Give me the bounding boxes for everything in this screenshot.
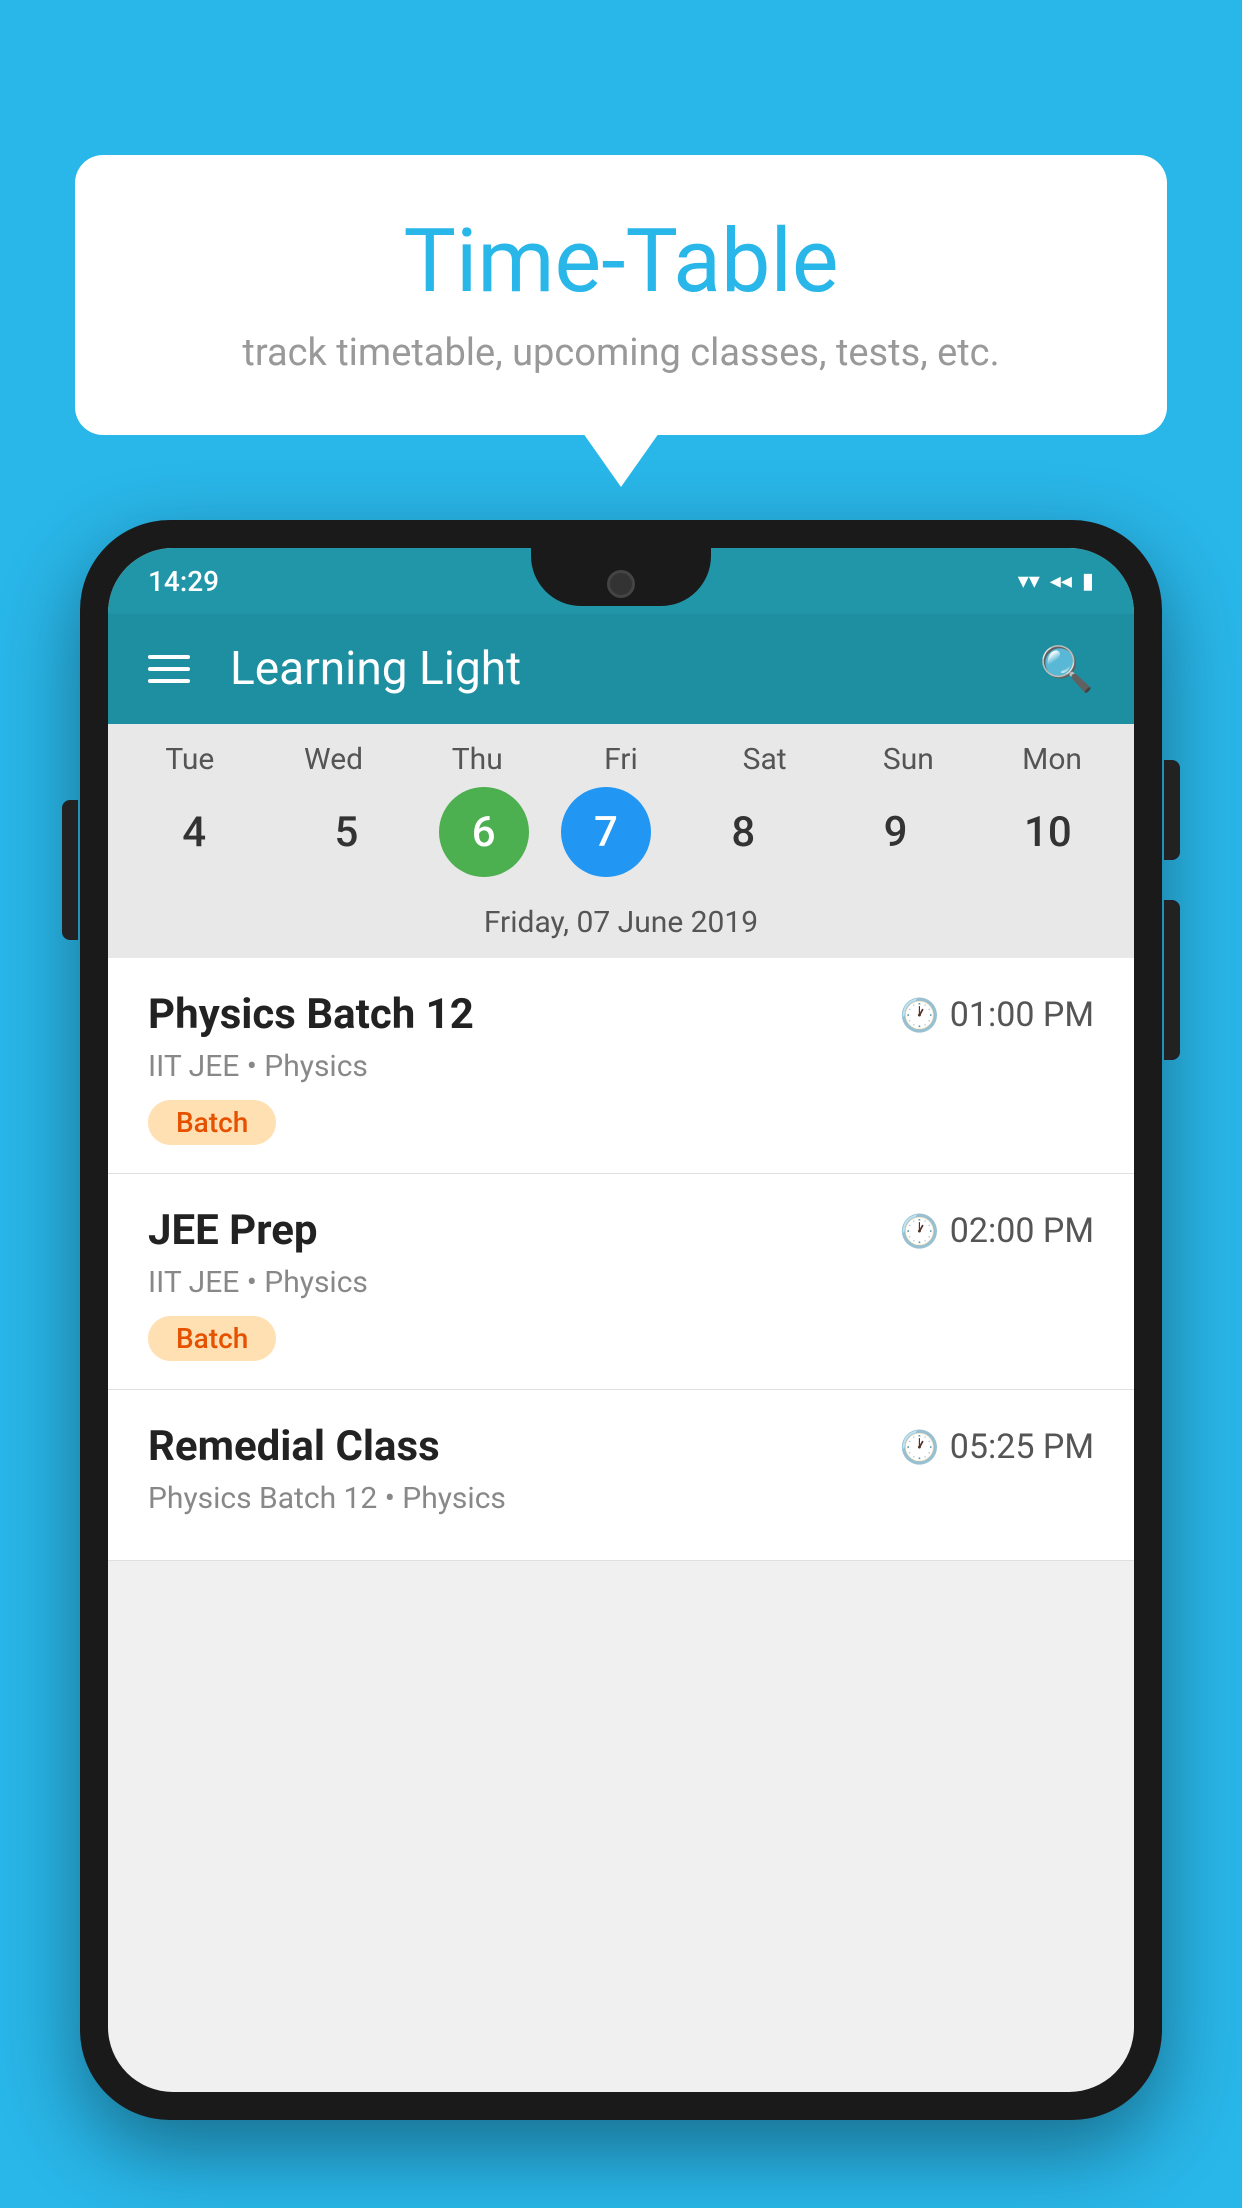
calendar-strip[interactable]: Tue Wed Thu Fri Sat Sun Mon 4 5 6 7 8 9 … xyxy=(108,724,1134,958)
app-bar: Learning Light 🔍 xyxy=(108,614,1134,724)
day-9[interactable]: 9 xyxy=(836,787,956,877)
search-icon[interactable]: 🔍 xyxy=(1039,643,1094,695)
schedule-item-3-subtitle: Physics Batch 12 • Physics xyxy=(148,1481,1094,1516)
day-8[interactable]: 8 xyxy=(683,787,803,877)
day-header-thu: Thu xyxy=(417,742,537,777)
schedule-item-1-time: 🕐 01:00 PM xyxy=(900,995,1094,1035)
phone-notch xyxy=(531,548,711,606)
signal-icon: ◂◂ xyxy=(1050,569,1072,594)
schedule-item-3[interactable]: Remedial Class 🕐 05:25 PM Physics Batch … xyxy=(108,1390,1134,1561)
day-4[interactable]: 4 xyxy=(134,787,254,877)
status-icons: ▾▾ ◂◂ ▮ xyxy=(1018,569,1094,594)
app-feature-subtitle: track timetable, upcoming classes, tests… xyxy=(135,331,1107,375)
schedule-item-1[interactable]: Physics Batch 12 🕐 01:00 PM IIT JEE • Ph… xyxy=(108,958,1134,1174)
schedule-item-1-subtitle: IIT JEE • Physics xyxy=(148,1049,1094,1084)
phone-power-button xyxy=(1164,760,1180,860)
schedule-item-3-header: Remedial Class 🕐 05:25 PM xyxy=(148,1422,1094,1471)
phone-volume-button xyxy=(1164,900,1180,1060)
status-time: 14:29 xyxy=(148,565,219,598)
schedule-item-2-header: JEE Prep 🕐 02:00 PM xyxy=(148,1206,1094,1255)
day-7-selected[interactable]: 7 xyxy=(561,787,651,877)
schedule-item-1-title: Physics Batch 12 xyxy=(148,990,474,1039)
selected-date-label: Friday, 07 June 2019 xyxy=(108,895,1134,958)
clock-icon-1: 🕐 xyxy=(900,996,940,1034)
phone-mockup: 14:29 ▾▾ ◂◂ ▮ Learning Light 🔍 xyxy=(80,520,1162,2208)
day-header-fri: Fri xyxy=(561,742,681,777)
speech-bubble-card: Time-Table track timetable, upcoming cla… xyxy=(75,155,1167,435)
clock-icon-3: 🕐 xyxy=(900,1428,940,1466)
battery-icon: ▮ xyxy=(1082,569,1094,594)
day-header-sun: Sun xyxy=(848,742,968,777)
day-header-sat: Sat xyxy=(705,742,825,777)
day-header-wed: Wed xyxy=(274,742,394,777)
day-10[interactable]: 10 xyxy=(988,787,1108,877)
wifi-icon: ▾▾ xyxy=(1018,569,1040,594)
app-title: Learning Light xyxy=(230,642,1009,696)
front-camera xyxy=(607,570,635,598)
phone-screen: 14:29 ▾▾ ◂◂ ▮ Learning Light 🔍 xyxy=(108,548,1134,2092)
schedule-item-3-title: Remedial Class xyxy=(148,1422,440,1471)
schedule-item-2-subtitle: IIT JEE • Physics xyxy=(148,1265,1094,1300)
schedule-item-2-time-text: 02:00 PM xyxy=(950,1211,1094,1251)
day-headers: Tue Wed Thu Fri Sat Sun Mon xyxy=(108,742,1134,777)
schedule-item-2-title: JEE Prep xyxy=(148,1206,318,1255)
schedule-item-2-time: 🕐 02:00 PM xyxy=(900,1211,1094,1251)
clock-icon-2: 🕐 xyxy=(900,1212,940,1250)
day-header-mon: Mon xyxy=(992,742,1112,777)
day-5[interactable]: 5 xyxy=(286,787,406,877)
schedule-item-2[interactable]: JEE Prep 🕐 02:00 PM IIT JEE • Physics Ba… xyxy=(108,1174,1134,1390)
day-6-today[interactable]: 6 xyxy=(439,787,529,877)
schedule-item-2-tag: Batch xyxy=(148,1316,276,1361)
schedule-item-1-header: Physics Batch 12 🕐 01:00 PM xyxy=(148,990,1094,1039)
schedule-item-1-tag: Batch xyxy=(148,1100,276,1145)
schedule-item-3-time: 🕐 05:25 PM xyxy=(900,1427,1094,1467)
schedule-list: Physics Batch 12 🕐 01:00 PM IIT JEE • Ph… xyxy=(108,958,1134,1561)
schedule-item-3-time-text: 05:25 PM xyxy=(950,1427,1094,1467)
day-numbers: 4 5 6 7 8 9 10 xyxy=(108,787,1134,877)
day-header-tue: Tue xyxy=(130,742,250,777)
schedule-item-1-time-text: 01:00 PM xyxy=(950,995,1094,1035)
app-feature-title: Time-Table xyxy=(135,210,1107,313)
phone-body: 14:29 ▾▾ ◂◂ ▮ Learning Light 🔍 xyxy=(80,520,1162,2120)
menu-icon[interactable] xyxy=(148,655,190,683)
